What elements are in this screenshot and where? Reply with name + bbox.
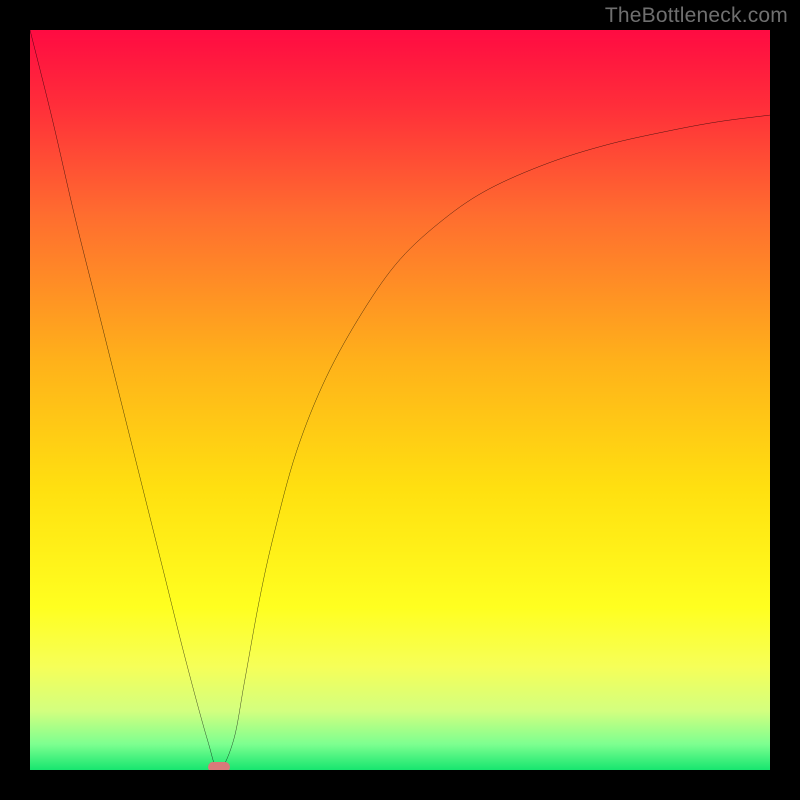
plot-area	[30, 30, 770, 770]
minimum-marker	[208, 762, 230, 770]
chart-frame: TheBottleneck.com	[0, 0, 800, 800]
bottleneck-curve	[30, 30, 770, 770]
watermark-text: TheBottleneck.com	[605, 4, 788, 28]
